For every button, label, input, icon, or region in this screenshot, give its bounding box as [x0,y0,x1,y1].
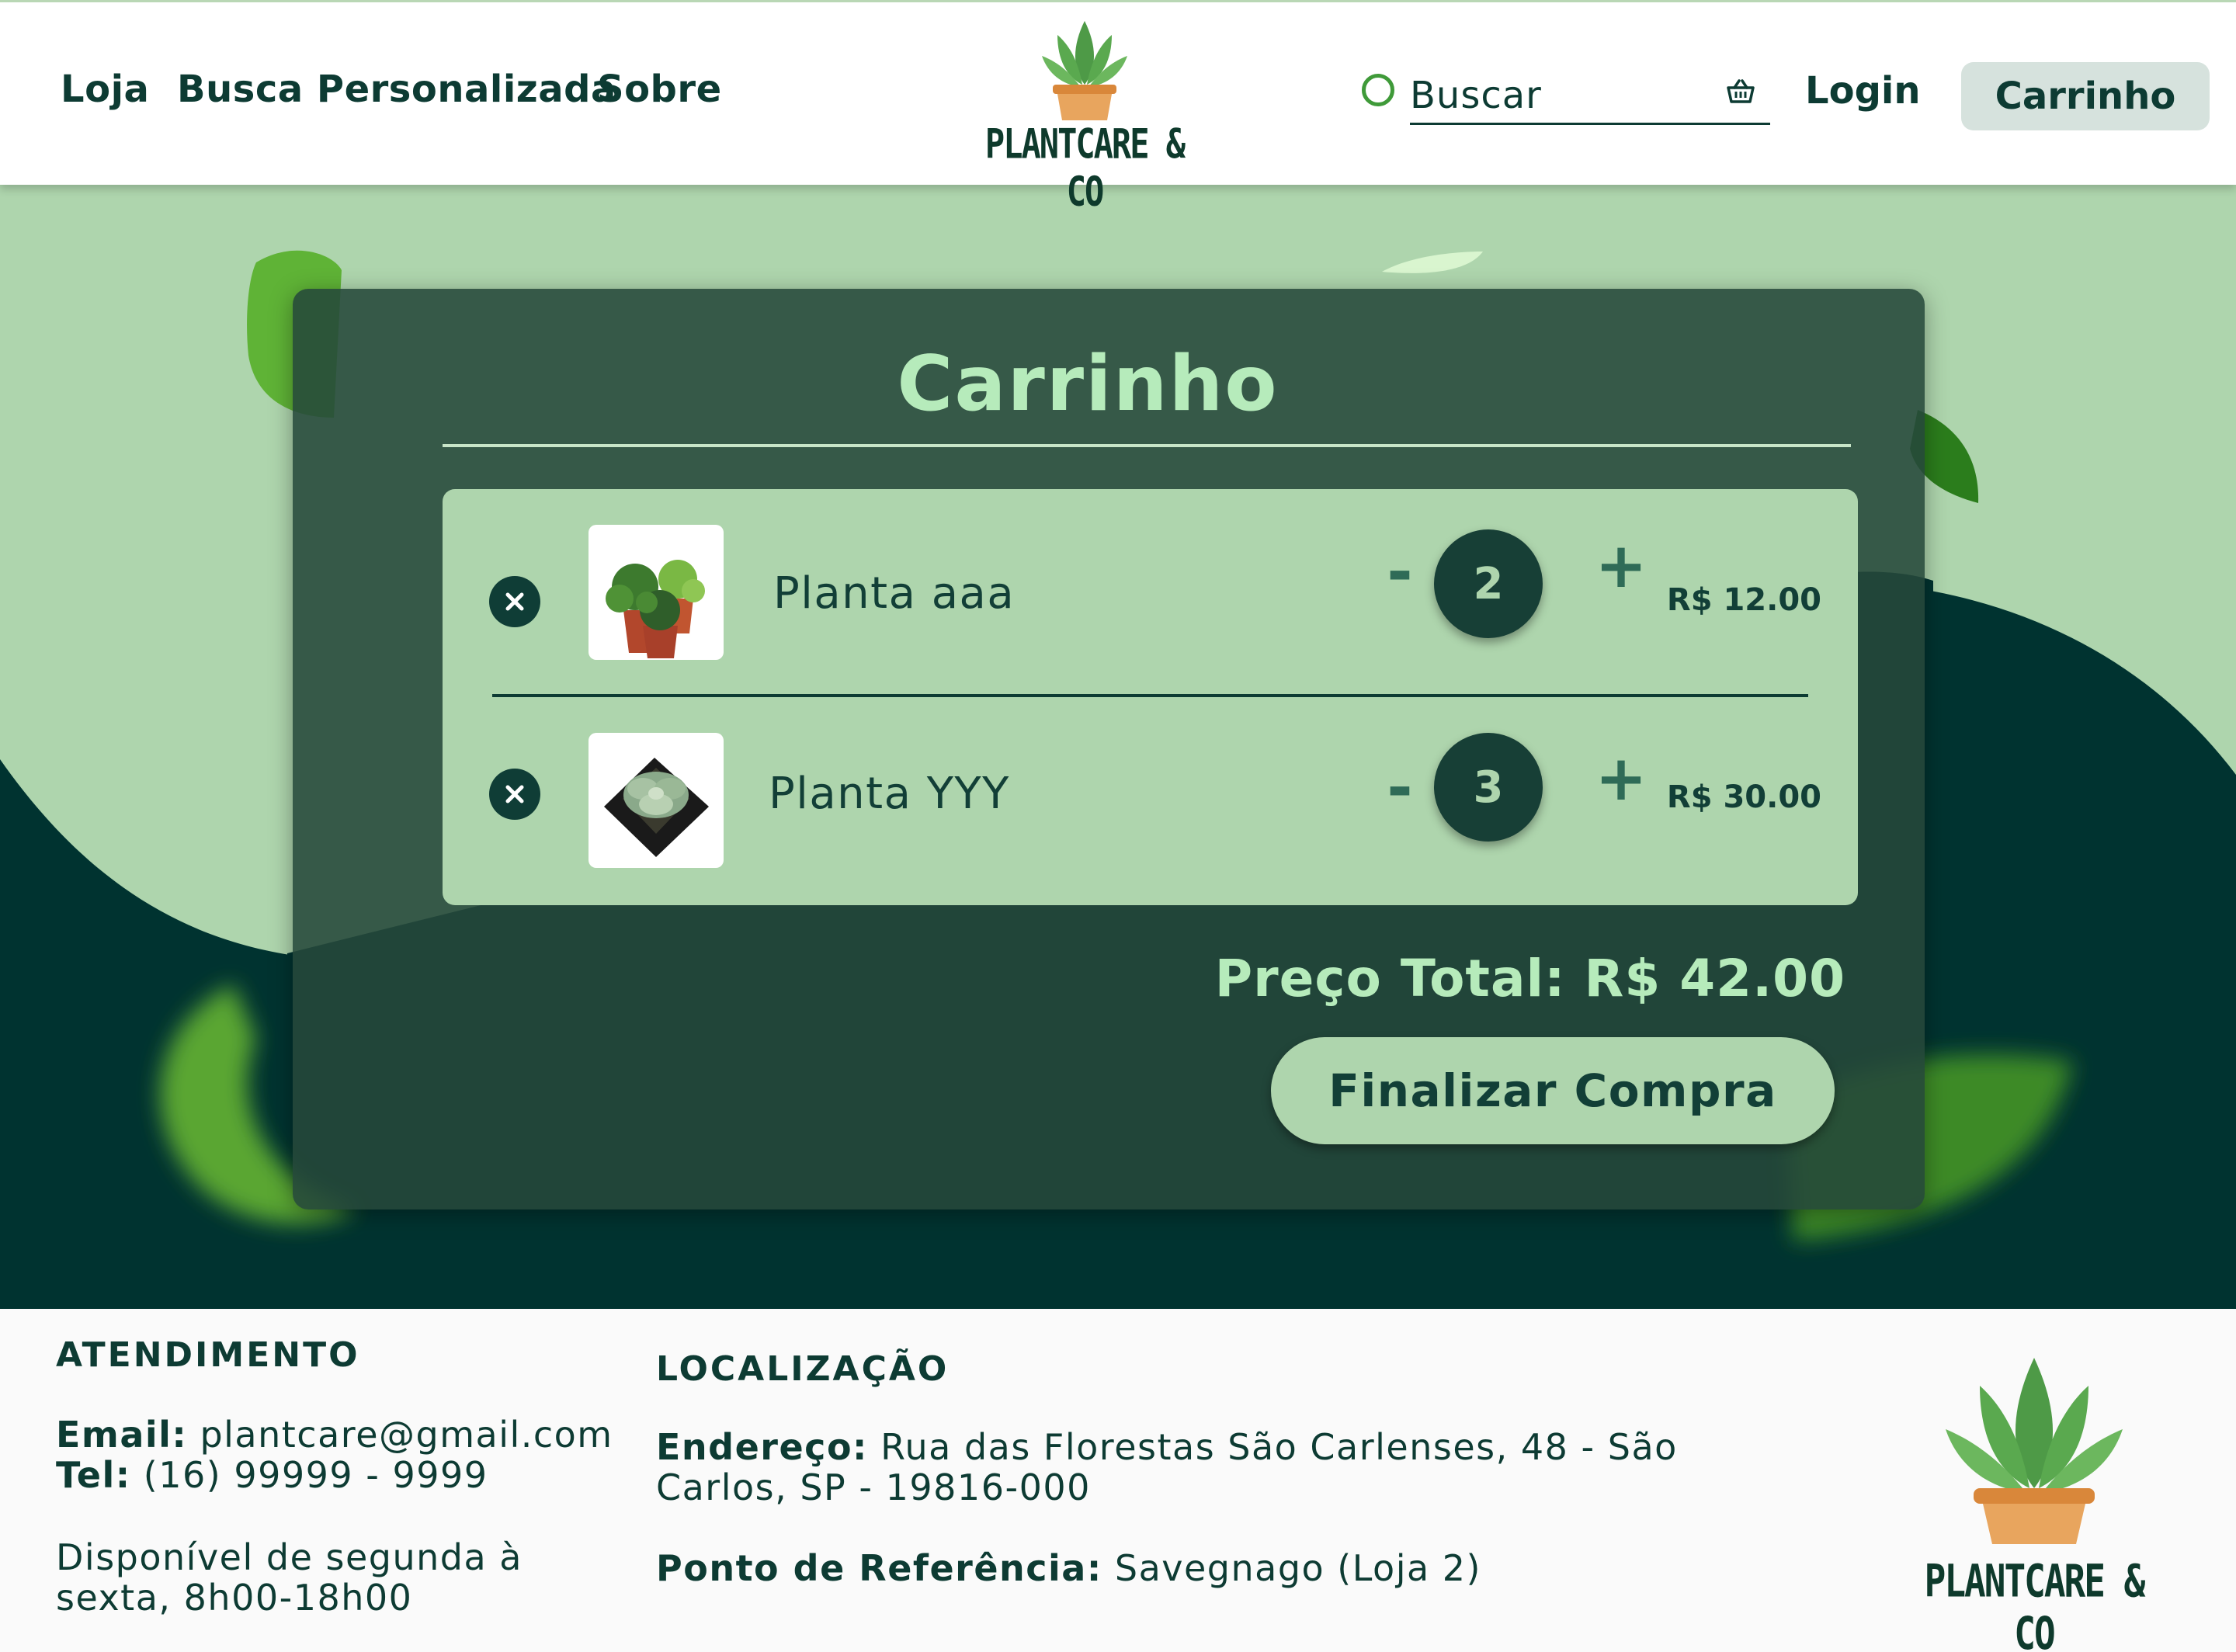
plant-logo-icon [1042,21,1127,120]
nav-sobre-link[interactable]: Sobre [597,68,722,111]
brand-logo[interactable]: PLANTCARE & CO [980,13,1189,215]
footer-logo-text: PLANTCARE & CO [1924,1554,2146,1652]
checkout-button[interactable]: Finalizar Compra [1271,1037,1835,1144]
item-name: Planta aaa [773,568,1016,619]
cart-item: Planta aaa - 2 + R$ 12.00 [443,489,1858,697]
cart-item: Planta YYY - 3 + R$ 30.00 [443,697,1858,905]
reference-line: Ponto de Referência: Savegnago (Loja 2) [656,1548,1481,1588]
reference-value: Savegnago (Loja 2) [1114,1547,1482,1589]
top-navbar: Loja Busca Personalizada Sobre PLANTCARE… [0,0,2236,215]
phone-line: Tel: (16) 99999 - 9999 [56,1455,488,1495]
search-circle-icon [1362,74,1394,106]
footer: ATENDIMENTO Email: plantcare@gmail.com T… [0,1309,2236,1652]
hours-line-1: Disponível de segunda à [56,1536,523,1578]
address-line-1: Endereço: Rua das Florestas São Carlense… [656,1427,1678,1467]
cart-title: Carrinho [897,340,1279,429]
brand-logo-text: PLANTCARE & CO [984,120,1186,216]
total-price: Preço Total: R$ 42.00 [1214,949,1845,1008]
main-content: Carrinho Planta aaa - 2 + R$ 12.00 Plant… [0,185,2236,1309]
email-line: Email: plantcare@gmail.com [56,1414,613,1455]
footer-logo: PLANTCARE & CO [1918,1340,2151,1652]
title-divider [443,444,1851,447]
quantity-value: 2 [1434,529,1543,638]
nav-busca-personalizada-link[interactable]: Busca Personalizada [177,68,616,111]
remove-item-button[interactable] [489,769,540,820]
product-image [589,733,724,868]
item-price: R$ 30.00 [1666,779,1821,815]
cart-panel: Carrinho Planta aaa - 2 + R$ 12.00 Plant… [293,289,1925,1210]
email-value[interactable]: plantcare@gmail.com [200,1414,613,1456]
tel-label: Tel: [56,1454,131,1496]
decrease-quantity-button[interactable]: - [1369,751,1431,824]
remove-icon [505,785,524,803]
address-label: Endereço: [656,1426,868,1468]
remove-icon [505,592,524,611]
cart-items-list: Planta aaa - 2 + R$ 12.00 Planta YYY - 3… [443,489,1858,905]
nav-loja-link[interactable]: Loja [61,68,149,111]
cart-button[interactable]: Carrinho [1961,62,2210,130]
search-input[interactable] [1410,68,1770,125]
tel-value: (16) 99999 - 9999 [143,1454,488,1496]
service-heading: ATENDIMENTO [56,1335,360,1375]
remove-item-button[interactable] [489,576,540,627]
email-label: Email: [56,1414,188,1456]
product-image [589,525,724,660]
plant-logo-icon [1946,1358,2123,1544]
quantity-value: 3 [1434,733,1543,842]
location-heading: LOCALIZAÇÃO [656,1349,950,1389]
item-price: R$ 12.00 [1666,582,1821,618]
item-name: Planta YYY [769,769,1010,819]
hours-line-2: sexta, 8h00-18h00 [56,1577,413,1619]
reference-label: Ponto de Referência: [656,1547,1102,1589]
basket-icon[interactable] [1725,78,1756,105]
address-value: Rua das Florestas São Carlenses, 48 - Sã… [880,1426,1678,1468]
decrease-quantity-button[interactable]: - [1369,536,1431,608]
login-link[interactable]: Login [1805,69,1921,113]
address-line-2: Carlos, SP - 19816-000 [656,1466,1091,1508]
